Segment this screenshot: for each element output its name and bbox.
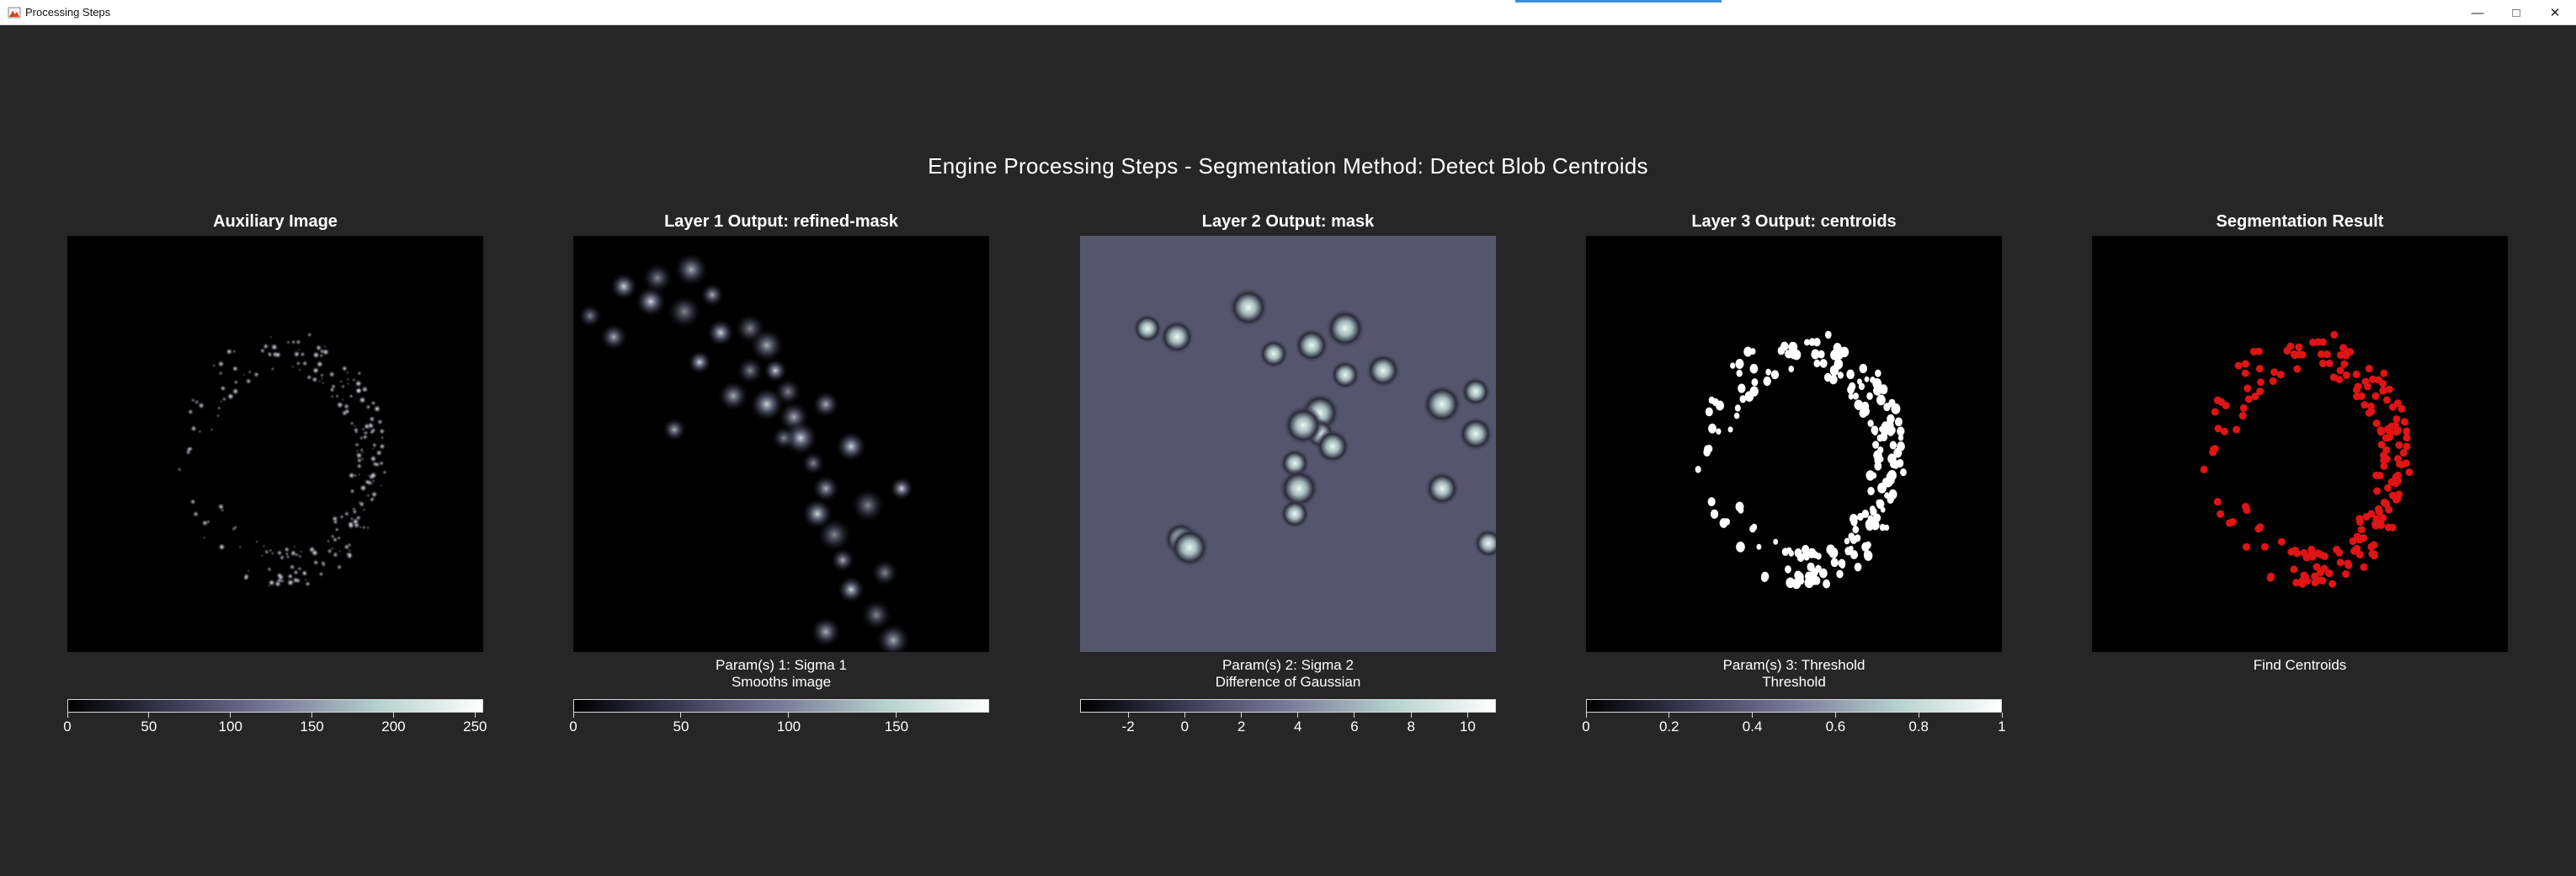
colorbar-tick-label: 10 (1459, 718, 1476, 734)
panel-title-segmentation: Segmentation Result (2216, 212, 2384, 231)
colorbar-tick-label: 0.4 (1742, 718, 1763, 734)
colorbar-tick (1410, 713, 1412, 718)
colorbar-auxiliary (67, 699, 483, 713)
colorbar-tick (1354, 713, 1355, 718)
colorbar-tick-label: 200 (381, 718, 406, 734)
colorbar-tick (1127, 713, 1129, 718)
colorbar-tick-label: 0.6 (1825, 718, 1846, 734)
colorbar-tick-label: 8 (1407, 718, 1415, 734)
colorbar-tick (1241, 713, 1243, 718)
colorbar-layer2 (1080, 699, 1496, 713)
minimize-icon: — (2471, 5, 2484, 20)
window-titlebar[interactable]: Processing Steps — □ ✕ (0, 0, 2576, 25)
layer3-description-caption: Threshold (1762, 674, 1826, 690)
colorbar-tick-label: 2 (1237, 718, 1246, 734)
layer2-param-caption: Param(s) 2: Sigma 2 (1222, 657, 1354, 673)
layer1-param-caption: Param(s) 1: Sigma 1 (716, 657, 847, 673)
auxiliary-image (67, 236, 483, 652)
colorbar-tick (572, 713, 574, 718)
colorbar-tick (788, 713, 790, 718)
segmentation-result-image (2092, 236, 2508, 652)
colorbar-tick-label: -2 (1121, 718, 1135, 734)
layer2-description-caption: Difference of Gaussian (1215, 674, 1361, 690)
minimize-button[interactable]: — (2458, 0, 2497, 25)
colorbar-tick-label: 100 (218, 718, 242, 734)
colorbar-tick-label: 0 (1582, 718, 1590, 734)
colorbar-tick (1752, 713, 1754, 718)
colorbar-tick-label: 250 (463, 718, 487, 734)
colorbar-tick-label: 100 (776, 718, 801, 734)
close-button[interactable]: ✕ (2536, 0, 2574, 25)
colorbar-tick-label: 0 (569, 718, 577, 734)
colorbar-layer1 (573, 699, 989, 713)
colorbar-tick (1297, 713, 1299, 718)
colorbar-tick (230, 713, 232, 718)
layer3-param-caption: Param(s) 3: Threshold (1722, 657, 1865, 673)
panel-title-auxiliary: Auxiliary Image (213, 212, 338, 231)
maximize-button[interactable]: □ (2497, 0, 2536, 25)
colorbar-tick-label: 0.8 (1908, 718, 1929, 734)
colorbar-tick (474, 713, 476, 718)
close-icon: ✕ (2549, 6, 2561, 20)
window-title: Processing Steps (25, 6, 111, 19)
panel-title-layer3: Layer 3 Output: centroids (1691, 212, 1897, 231)
colorbar-tick (1834, 713, 1836, 718)
colorbar-tick (896, 713, 897, 718)
colorbar-tick (1184, 713, 1185, 718)
colorbar-tick-label: 0 (1180, 718, 1190, 734)
figure-title: Engine Processing Steps - Segmentation M… (928, 153, 1648, 179)
layer3-centroids-image (1586, 236, 2002, 652)
titlebar-accent (1515, 0, 1722, 3)
colorbar-tick (311, 713, 313, 718)
colorbar-tick-label: 150 (884, 718, 909, 734)
colorbar-tick-label: 150 (300, 718, 324, 734)
layer2-mask-image (1080, 236, 1496, 652)
layer1-description-caption: Smooths image (731, 674, 832, 690)
colorbar-tick-label: 6 (1350, 718, 1359, 734)
colorbar-tick-label: 0 (63, 718, 72, 734)
colorbar-tick (1466, 713, 1468, 718)
colorbar-tick-label: 0.2 (1658, 718, 1679, 734)
layer1-refined-mask-image (573, 236, 989, 652)
colorbar-tick (1585, 713, 1587, 718)
colorbar-tick-label: 50 (673, 718, 689, 734)
colorbar-tick (67, 713, 68, 718)
colorbar-tick (148, 713, 150, 718)
colorbar-tick (392, 713, 394, 718)
colorbar-tick (2001, 713, 2003, 718)
panel-title-layer1: Layer 1 Output: refined-mask (664, 212, 898, 231)
colorbar-tick-label: 4 (1294, 718, 1302, 734)
maximize-icon: □ (2512, 5, 2520, 20)
colorbar-tick-label: 50 (141, 718, 157, 734)
panel-title-layer2: Layer 2 Output: mask (1201, 212, 1375, 231)
colorbar-layer3 (1586, 699, 2002, 713)
colorbar-tick-label: 1 (1998, 718, 2006, 734)
colorbar-tick (680, 713, 682, 718)
app-icon (8, 6, 21, 19)
segmentation-caption: Find Centroids (2253, 657, 2347, 673)
